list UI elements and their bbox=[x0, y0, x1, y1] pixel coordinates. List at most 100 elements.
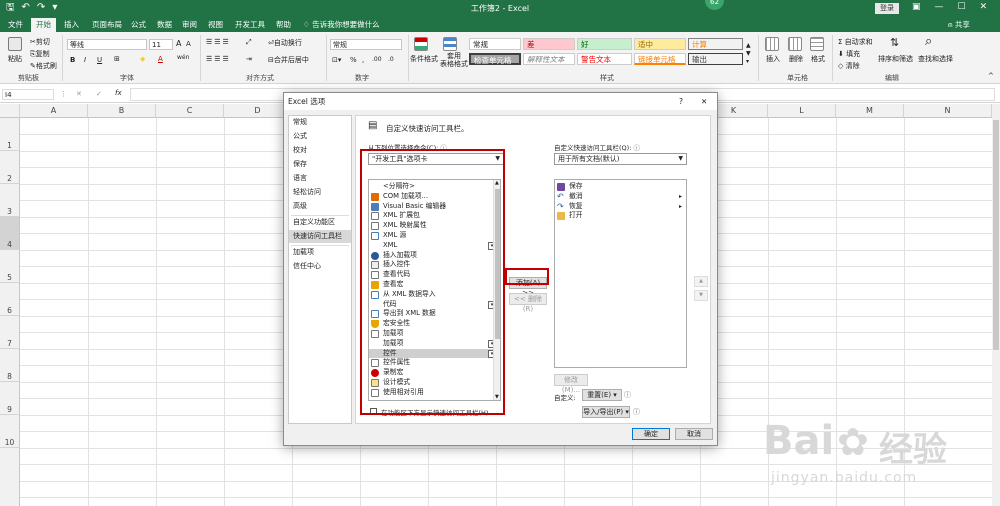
ribbon-display-icon[interactable]: ▣ bbox=[912, 2, 921, 12]
nav-proofing[interactable]: 校对 bbox=[289, 144, 351, 157]
modify-button[interactable]: 修改(M)... bbox=[554, 374, 588, 394]
close-icon[interactable]: ✕ bbox=[701, 93, 707, 110]
reset-dropdown[interactable]: 重置(E) ▾ bbox=[582, 389, 622, 401]
tab-developer[interactable]: 开发工具 bbox=[235, 19, 265, 30]
row-header[interactable]: 5 bbox=[0, 250, 20, 283]
nav-accessibility[interactable]: 轻松访问 bbox=[289, 186, 351, 199]
number-format-box[interactable]: 常规 bbox=[330, 39, 402, 50]
row-header[interactable]: 8 bbox=[0, 349, 20, 382]
orientation-icon[interactable]: ⤢ bbox=[246, 38, 252, 47]
nav-language[interactable]: 语言 bbox=[289, 172, 351, 185]
insert-function-icon[interactable]: fx bbox=[115, 89, 122, 97]
list-item[interactable]: 保存 bbox=[555, 182, 686, 192]
tab-insert[interactable]: 插入 bbox=[64, 19, 79, 30]
phonetic-button[interactable]: wén bbox=[177, 54, 189, 61]
column-header[interactable]: A bbox=[20, 104, 88, 118]
format-cells-button[interactable]: 格式 bbox=[811, 54, 825, 64]
style-normal[interactable]: 常规 bbox=[469, 38, 521, 50]
row-header[interactable]: 1 bbox=[0, 118, 20, 151]
format-cells-icon[interactable] bbox=[810, 37, 824, 51]
style-warning[interactable]: 警告文本 bbox=[577, 53, 632, 65]
tab-formulas[interactable]: 公式 bbox=[131, 19, 146, 30]
minimize-icon[interactable]: — bbox=[935, 2, 944, 12]
cancel-button[interactable]: 取消 bbox=[675, 428, 713, 440]
tab-review[interactable]: 审阅 bbox=[182, 19, 197, 30]
style-bad[interactable]: 差 bbox=[523, 38, 575, 50]
row-header[interactable]: 6 bbox=[0, 283, 20, 316]
percent-button[interactable]: % bbox=[350, 56, 357, 64]
nav-addins[interactable]: 加载项 bbox=[289, 246, 351, 259]
font-color-icon[interactable]: A bbox=[158, 55, 163, 63]
sort-filter-icon[interactable]: ⇅ bbox=[890, 37, 904, 51]
tab-page-layout[interactable]: 页面布局 bbox=[92, 19, 122, 30]
currency-icon[interactable]: ⊡▾ bbox=[332, 56, 341, 64]
format-as-table-button[interactable]: 套用 表格格式 bbox=[440, 52, 468, 68]
column-header[interactable]: M bbox=[836, 104, 904, 118]
nav-formulas[interactable]: 公式 bbox=[289, 130, 351, 143]
move-up-button[interactable]: ▲ bbox=[694, 276, 708, 287]
confirm-entry-icon[interactable]: ✓ bbox=[96, 90, 102, 98]
collapse-ribbon-icon[interactable]: ^ bbox=[988, 72, 994, 80]
name-box[interactable]: I4 bbox=[2, 89, 54, 100]
shrink-font-button[interactable]: A bbox=[186, 40, 191, 48]
row-header[interactable]: 9 bbox=[0, 382, 20, 415]
bold-button[interactable]: B bbox=[70, 56, 75, 64]
customize-qat-dropdown[interactable]: 用于所有文档(默认) ▼ bbox=[554, 153, 687, 165]
style-neutral[interactable]: 适中 bbox=[634, 38, 686, 50]
select-all-corner[interactable] bbox=[0, 104, 20, 118]
row-header[interactable]: 2 bbox=[0, 151, 20, 184]
tab-data[interactable]: 数据 bbox=[157, 19, 172, 30]
conditional-format-icon[interactable] bbox=[414, 37, 428, 51]
delete-cells-icon[interactable] bbox=[788, 37, 802, 51]
grow-font-button[interactable]: A bbox=[176, 39, 181, 48]
wrap-text-button[interactable]: ⏎自动换行 bbox=[268, 38, 302, 48]
indent-icon[interactable]: ⇥ bbox=[246, 55, 252, 63]
tell-me-search[interactable]: ♢ 告诉我你想要做什么 bbox=[303, 19, 380, 30]
maximize-icon[interactable]: ☐ bbox=[958, 2, 966, 12]
list-item[interactable]: ↶ 撤消 ▸ bbox=[555, 192, 686, 202]
style-linked-cell[interactable]: 链接单元格 bbox=[634, 53, 686, 65]
import-export-dropdown[interactable]: 导入/导出(P) ▾ bbox=[582, 406, 630, 418]
list-item[interactable]: 打开 bbox=[555, 211, 686, 221]
font-size-box[interactable]: 11 bbox=[149, 39, 173, 50]
scroll-thumb[interactable] bbox=[993, 120, 999, 350]
border-icon[interactable]: ⊞ bbox=[114, 55, 120, 63]
style-good[interactable]: 好 bbox=[577, 38, 632, 50]
column-header[interactable]: L bbox=[768, 104, 836, 118]
align-left-icon[interactable]: ☰☰☰ bbox=[206, 55, 231, 63]
nav-trust-center[interactable]: 信任中心 bbox=[289, 260, 351, 273]
row-header[interactable]: 7 bbox=[0, 316, 20, 349]
format-painter-button[interactable]: ✎格式刷 bbox=[30, 61, 57, 71]
help-icon[interactable]: ? bbox=[679, 93, 683, 110]
style-calculation[interactable]: 计算 bbox=[688, 38, 743, 50]
clear-button[interactable]: ◇ 清除 bbox=[838, 61, 860, 71]
nav-general[interactable]: 常规 bbox=[289, 116, 351, 129]
insert-cells-button[interactable]: 插入 bbox=[766, 54, 780, 64]
top-align-icon[interactable]: ☰☰☰ bbox=[206, 38, 231, 46]
row-header[interactable]: 10 bbox=[0, 415, 20, 448]
sort-filter-button[interactable]: 排序和筛选 bbox=[878, 54, 913, 64]
remove-button[interactable]: << 删除(R) bbox=[509, 293, 547, 313]
tab-file[interactable]: 文件 bbox=[8, 19, 23, 30]
tab-view[interactable]: 视图 bbox=[208, 19, 223, 30]
underline-button[interactable]: U bbox=[97, 56, 102, 64]
column-header[interactable]: N bbox=[904, 104, 992, 118]
tab-help[interactable]: 帮助 bbox=[276, 19, 291, 30]
nav-quick-access-toolbar[interactable]: 快速访问工具栏 bbox=[289, 230, 351, 243]
paste-button[interactable]: 粘贴 bbox=[8, 54, 22, 64]
fill-color-icon[interactable]: ◈ bbox=[140, 55, 145, 63]
insert-cells-icon[interactable] bbox=[765, 37, 779, 51]
nav-save[interactable]: 保存 bbox=[289, 158, 351, 171]
nav-customize-ribbon[interactable]: 自定义功能区 bbox=[289, 216, 351, 229]
merge-center-button[interactable]: ⊟合并后居中 bbox=[268, 55, 309, 65]
column-header[interactable]: D bbox=[224, 104, 292, 118]
style-explanatory[interactable]: 解释性文本 bbox=[523, 53, 575, 65]
column-header[interactable]: B bbox=[88, 104, 156, 118]
autosum-button[interactable]: Σ 自动求和 bbox=[838, 37, 873, 47]
login-button[interactable]: 登录 bbox=[875, 3, 899, 14]
qat-items-list[interactable]: 保存 ↶ 撤消 ▸ ↷ 恢复 ▸ 打开 bbox=[554, 179, 687, 368]
increase-decimal-button[interactable]: .00 bbox=[372, 56, 382, 63]
find-select-icon[interactable]: ⌕ bbox=[925, 35, 939, 49]
format-as-table-icon[interactable] bbox=[443, 37, 457, 51]
row-header[interactable]: 3 bbox=[0, 184, 20, 217]
